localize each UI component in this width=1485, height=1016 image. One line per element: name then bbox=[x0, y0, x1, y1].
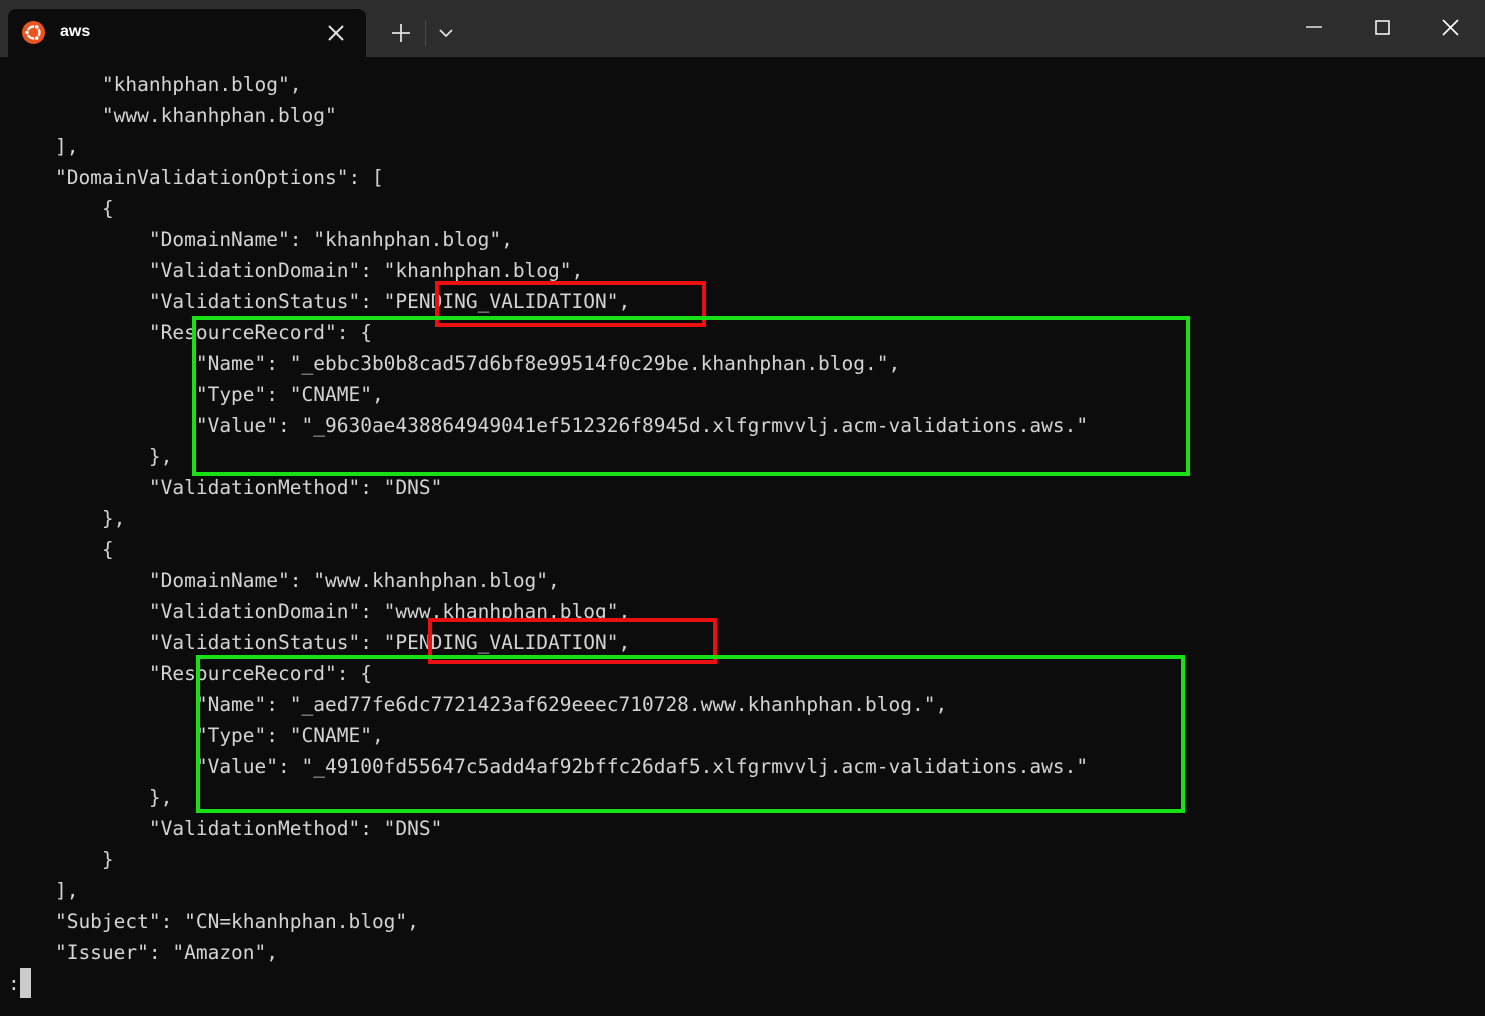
maximize-button[interactable] bbox=[1360, 10, 1404, 44]
close-window-button[interactable] bbox=[1428, 10, 1472, 44]
ubuntu-icon bbox=[22, 21, 45, 44]
output-line: { bbox=[8, 538, 114, 561]
output-line: }, bbox=[8, 507, 126, 530]
output-line: "DomainName": "www.khanhphan.blog", bbox=[8, 569, 560, 592]
terminal-window: aws "khanhphan.blog", "www.khanhphan.blo… bbox=[0, 0, 1485, 1016]
title-bar: aws bbox=[0, 0, 1485, 57]
tab-title: aws bbox=[60, 23, 91, 40]
output-line: { bbox=[8, 197, 114, 220]
output-line: } bbox=[8, 848, 114, 871]
pager-prompt: : bbox=[8, 972, 20, 995]
output-line: "Issuer": "Amazon", bbox=[8, 941, 279, 964]
output-line: }, bbox=[8, 445, 173, 468]
close-tab-icon[interactable] bbox=[324, 21, 348, 45]
minimize-button[interactable] bbox=[1292, 10, 1336, 44]
resource-record-highlight-1 bbox=[192, 316, 1190, 476]
terminal-output[interactable]: "khanhphan.blog", "www.khanhphan.blog" ]… bbox=[0, 57, 1485, 1016]
chevron-down-icon[interactable] bbox=[428, 18, 464, 48]
new-tab-button[interactable] bbox=[379, 18, 423, 48]
output-line: ], bbox=[8, 135, 79, 158]
output-line: "Subject": "CN=khanhphan.blog", bbox=[8, 910, 419, 933]
resource-record-highlight-2 bbox=[196, 655, 1185, 813]
output-line: "www.khanhphan.blog" bbox=[8, 104, 337, 127]
output-line: "DomainValidationOptions": [ bbox=[8, 166, 384, 189]
output-line: ], bbox=[8, 879, 79, 902]
terminal-cursor bbox=[20, 968, 31, 998]
output-line: "DomainName": "khanhphan.blog", bbox=[8, 228, 513, 251]
tab-divider bbox=[425, 20, 426, 46]
output-line: "ValidationMethod": "DNS" bbox=[8, 476, 443, 499]
output-line: "ValidationMethod": "DNS" bbox=[8, 817, 443, 840]
output-line: }, bbox=[8, 786, 173, 809]
output-line: "khanhphan.blog", bbox=[8, 73, 302, 96]
tab-aws[interactable]: aws bbox=[8, 9, 366, 57]
